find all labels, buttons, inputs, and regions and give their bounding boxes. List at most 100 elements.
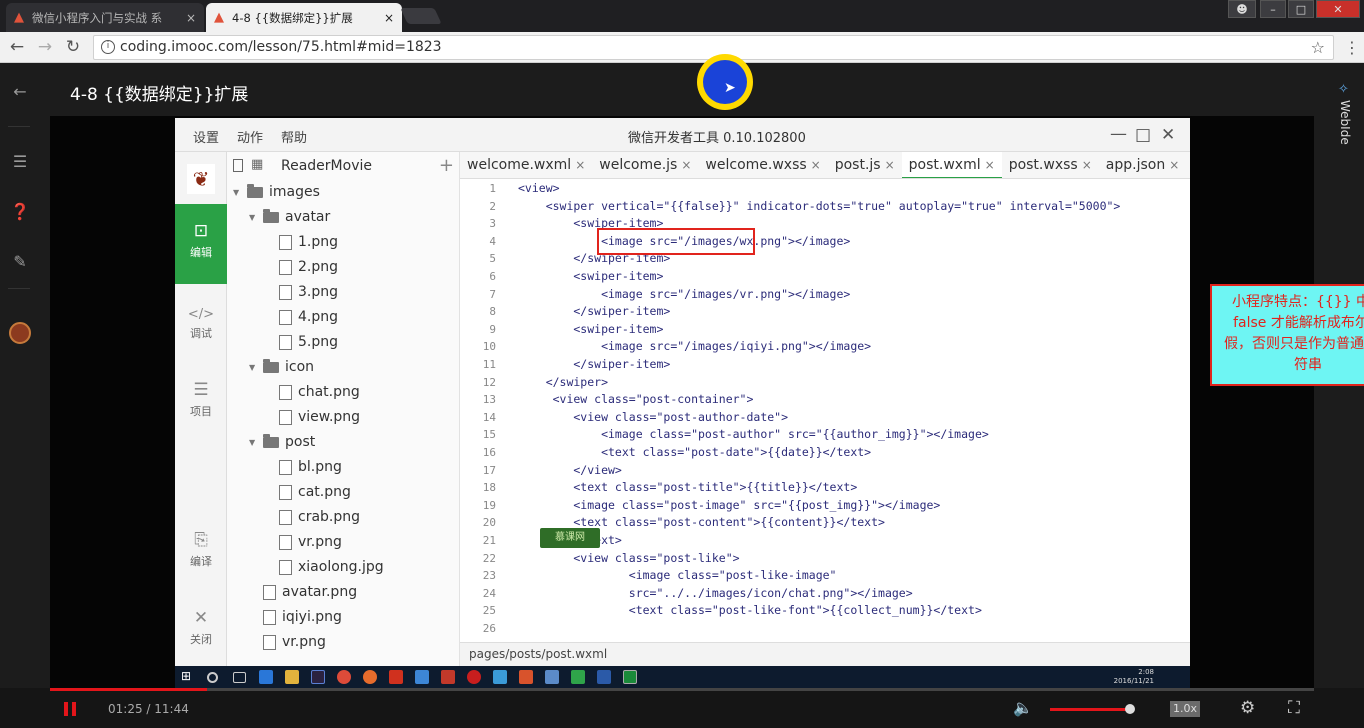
editor-tab-label: welcome.js bbox=[599, 157, 678, 173]
tree-file[interactable]: 2.png bbox=[265, 255, 338, 280]
tree-file[interactable]: 4.png bbox=[265, 305, 338, 330]
chapter-list-icon[interactable]: ☰ bbox=[10, 152, 30, 171]
new-tab-button[interactable] bbox=[400, 8, 442, 24]
phone-icon[interactable] bbox=[233, 159, 243, 172]
webide-icon[interactable]: ✧ bbox=[1338, 82, 1349, 97]
tree-folder[interactable]: ▼ avatar bbox=[249, 205, 330, 230]
tab-close-icon[interactable]: × bbox=[1082, 158, 1092, 172]
tree-file[interactable]: 3.png bbox=[265, 280, 338, 305]
pause-icon[interactable] bbox=[64, 702, 77, 716]
editor-tab[interactable]: welcome.wxss × bbox=[698, 152, 827, 178]
browser-menu-icon[interactable]: ⋮ bbox=[1344, 38, 1360, 57]
tree-file[interactable]: iqiyi.png bbox=[249, 605, 342, 630]
code-area[interactable]: 1 <view> 2 <swiper vertical="{{false}}" in… bbox=[460, 180, 1190, 642]
user-avatar[interactable] bbox=[9, 322, 31, 344]
webide-label[interactable]: WebIde bbox=[1338, 100, 1352, 145]
bookmark-star-icon[interactable]: ☆ bbox=[1311, 36, 1325, 59]
tree-file[interactable]: xiaolong.jpg bbox=[265, 555, 384, 580]
code-line: 16 <text class="post-date">{{date}}</tex… bbox=[460, 444, 1190, 462]
tree-file[interactable]: cat.png bbox=[265, 480, 351, 505]
tab-close-icon[interactable]: × bbox=[681, 158, 691, 172]
tab-close-icon[interactable]: × bbox=[885, 158, 895, 172]
tree-file[interactable]: chat.png bbox=[265, 380, 360, 405]
user-profile-icon[interactable]: ☻ bbox=[1228, 0, 1256, 18]
line-number: 3 bbox=[489, 217, 496, 231]
line-number: 21 bbox=[482, 534, 496, 547]
editor-tab[interactable]: welcome.js × bbox=[592, 152, 698, 178]
tree-file[interactable]: 1.png bbox=[265, 230, 338, 255]
ide-minimize-icon[interactable]: — bbox=[1110, 124, 1127, 144]
tree-folder[interactable]: ▼ images bbox=[233, 180, 320, 205]
tree-file[interactable]: vr.png bbox=[249, 630, 326, 655]
menu-actions[interactable]: 动作 bbox=[237, 127, 263, 146]
tree-file[interactable]: vr.png bbox=[265, 530, 342, 555]
tab-close-icon[interactable]: × bbox=[985, 158, 995, 172]
browser-tab-lesson[interactable]: ▲ 4-8 {{数据绑定}}扩展 × bbox=[206, 3, 402, 32]
code-line: 4 <image src="/images/wx.png"></image> bbox=[460, 233, 1190, 251]
progress-bar[interactable] bbox=[50, 688, 1314, 691]
rail-debug[interactable]: </> 调试 bbox=[175, 307, 227, 341]
settings-gear-icon[interactable]: ⚙ bbox=[1240, 698, 1255, 718]
tree-item-label: chat.png bbox=[298, 384, 360, 400]
tree-file[interactable]: view.png bbox=[265, 405, 360, 430]
minimize-button[interactable]: – bbox=[1260, 0, 1286, 18]
ide-maximize-icon[interactable]: □ bbox=[1135, 125, 1151, 145]
code-line: 9 <swiper-item> bbox=[460, 321, 1190, 339]
tree-file[interactable]: 5.png bbox=[265, 330, 338, 355]
browser-tab-course[interactable]: ▲ 微信小程序入门与实战 系 × bbox=[6, 3, 204, 32]
tree-item-label: 2.png bbox=[298, 259, 339, 275]
back-icon[interactable]: ← bbox=[6, 37, 28, 57]
fullscreen-icon[interactable]: ⛶ bbox=[1288, 698, 1300, 718]
editor-tab[interactable]: post.js × bbox=[828, 152, 902, 178]
editor-tab[interactable]: post.wxml × bbox=[901, 152, 1002, 178]
site-info-icon[interactable]: i bbox=[101, 40, 115, 54]
tree-folder[interactable]: ▼ icon bbox=[249, 355, 314, 380]
tab-close-icon[interactable]: × bbox=[186, 11, 196, 25]
volume-icon[interactable]: 🔈 bbox=[1013, 698, 1033, 717]
editor-tab[interactable]: post.wxss × bbox=[1002, 152, 1099, 178]
tree-folder[interactable]: ▼ post bbox=[249, 430, 315, 455]
video-player-controls: 01:25 / 11:44 🔈 1.0x ⚙ ⛶ bbox=[0, 688, 1364, 728]
rail-close[interactable]: ✕ 关闭 bbox=[175, 608, 227, 647]
rail-compile[interactable]: ⎘ 编译 bbox=[175, 530, 227, 569]
rail-project[interactable]: ☰ 项目 bbox=[175, 380, 227, 419]
window-close-button[interactable]: ✕ bbox=[1316, 0, 1360, 18]
reload-icon[interactable]: ↻ bbox=[62, 37, 84, 57]
tab-close-icon[interactable]: × bbox=[1169, 158, 1179, 172]
ide-close-icon[interactable]: ✕ bbox=[1161, 125, 1175, 145]
menu-help[interactable]: 帮助 bbox=[281, 127, 307, 146]
forward-icon[interactable]: → bbox=[34, 37, 56, 57]
tree-file[interactable]: crab.png bbox=[265, 505, 360, 530]
expand-arrow-icon[interactable]: ▼ bbox=[249, 355, 263, 380]
maximize-button[interactable]: □ bbox=[1288, 0, 1314, 18]
editor-tab[interactable]: welcome.wxml × bbox=[460, 152, 592, 178]
tree-file[interactable]: avatar.png bbox=[249, 580, 357, 605]
back-arrow-icon[interactable]: ← bbox=[10, 82, 30, 101]
code-text: </swiper-item> bbox=[518, 357, 671, 371]
file-icon bbox=[279, 335, 292, 350]
rail-edit[interactable]: ⊡ 编辑 bbox=[175, 204, 227, 284]
menu-settings[interactable]: 设置 bbox=[193, 127, 219, 146]
volume-knob[interactable] bbox=[1124, 704, 1135, 714]
tab-close-icon[interactable]: × bbox=[811, 158, 821, 172]
expand-arrow-icon[interactable]: ▼ bbox=[233, 180, 247, 205]
expand-arrow-icon[interactable]: ▼ bbox=[249, 205, 263, 230]
code-line: 26 bbox=[460, 620, 1190, 638]
line-number: 2 bbox=[489, 199, 496, 213]
code-line: 3 <swiper-item> bbox=[460, 215, 1190, 233]
playback-speed-button[interactable]: 1.0x bbox=[1170, 701, 1200, 717]
add-file-icon[interactable]: + bbox=[439, 155, 454, 176]
volume-slider[interactable] bbox=[1050, 704, 1135, 714]
lesson-title: 4-8 {{数据绑定}}扩展 bbox=[70, 85, 249, 105]
tab-close-icon[interactable]: × bbox=[384, 11, 394, 25]
browser-tab-strip: ▲ 微信小程序入门与实战 系 × ▲ 4-8 {{数据绑定}}扩展 × ☻ – … bbox=[0, 0, 1364, 32]
tree-toggle-icon[interactable]: ▦ bbox=[251, 157, 263, 172]
editor-tab[interactable]: app.json × bbox=[1099, 152, 1187, 178]
expand-arrow-icon[interactable]: ▼ bbox=[249, 430, 263, 455]
app-icon bbox=[571, 670, 585, 684]
line-number: 11 bbox=[482, 358, 496, 371]
note-pencil-icon[interactable]: ✎ bbox=[10, 252, 30, 271]
tree-file[interactable]: bl.png bbox=[265, 455, 342, 480]
tab-close-icon[interactable]: × bbox=[575, 158, 585, 172]
question-icon[interactable]: ❓ bbox=[10, 202, 30, 221]
